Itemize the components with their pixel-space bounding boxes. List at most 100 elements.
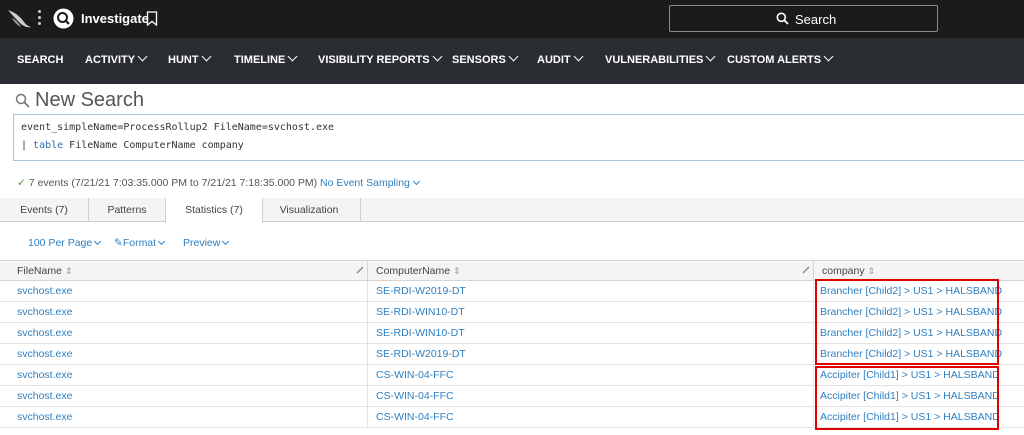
- query-args: FileName ComputerName company: [63, 140, 244, 151]
- top-bar: Investigate Search: [0, 0, 1024, 38]
- chevron-down-icon: [823, 51, 834, 62]
- nav-sensors-label: SENSORS: [452, 54, 506, 66]
- investigate-app-icon[interactable]: [53, 8, 74, 29]
- query-keyword: table: [33, 140, 64, 151]
- kebab-menu-icon[interactable]: [38, 10, 42, 28]
- pencil-icon: ✎: [114, 237, 123, 249]
- bookmark-icon[interactable]: [146, 11, 158, 26]
- nav-vulnerabilities-label: VULNERABILITIES: [605, 54, 704, 66]
- nav-vulnerabilities[interactable]: VULNERABILITIES: [605, 51, 716, 66]
- nav-activity-label: ACTIVITY: [85, 54, 136, 66]
- query-editor[interactable]: event_simpleName=ProcessRollup2 FileName…: [13, 114, 1024, 161]
- filename-cell[interactable]: svchost.exe: [17, 390, 72, 402]
- nav-audit[interactable]: AUDIT: [537, 51, 584, 66]
- search-icon: [776, 12, 789, 25]
- result-status: ✓ 7 events (7/21/21 7:03:35.000 PM to 7/2…: [17, 177, 317, 189]
- column-divider: [367, 344, 368, 364]
- column-header-computername[interactable]: ComputerName ⇕: [376, 265, 461, 277]
- format-dropdown[interactable]: ✎Format: [114, 237, 166, 249]
- column-divider: [813, 281, 814, 301]
- column-header-label: FileName: [17, 265, 62, 277]
- tab-statistics[interactable]: Statistics (7): [165, 198, 263, 223]
- nav-custom-alerts-label: CUSTOM ALERTS: [727, 54, 822, 66]
- column-header-filename[interactable]: FileName ⇕: [17, 265, 72, 277]
- nav-visibility-reports[interactable]: VISIBILITY REPORTS: [318, 51, 443, 66]
- filename-cell[interactable]: svchost.exe: [17, 306, 72, 318]
- computername-cell[interactable]: SE-RDI-WIN10-DT: [376, 306, 465, 318]
- column-divider: [813, 323, 814, 343]
- sort-icon: ⇕: [453, 266, 461, 276]
- nav-custom-alerts[interactable]: CUSTOM ALERTS: [727, 51, 834, 66]
- computername-cell[interactable]: CS-WIN-04-FFC: [376, 390, 454, 402]
- preview-label: Preview: [183, 237, 221, 249]
- results-tabs: Events (7) Patterns Statistics (7) Visua…: [0, 198, 1024, 223]
- filename-cell[interactable]: svchost.exe: [17, 411, 72, 423]
- column-header-company[interactable]: company ⇕: [822, 265, 875, 277]
- edit-column-icon[interactable]: [802, 266, 810, 274]
- preview-dropdown[interactable]: Preview: [183, 237, 230, 249]
- column-divider: [367, 386, 368, 406]
- nav-sensors[interactable]: SENSORS: [452, 51, 519, 66]
- nav-audit-label: AUDIT: [537, 54, 571, 66]
- tab-visualization[interactable]: Visualization: [263, 198, 355, 222]
- format-label: Format: [122, 237, 157, 249]
- search-icon: [15, 93, 30, 108]
- highlight-box-child2: [815, 279, 999, 365]
- per-page-dropdown[interactable]: 100 Per Page: [28, 237, 102, 249]
- chevron-down-icon: [201, 51, 212, 62]
- event-sampling-dropdown[interactable]: No Event Sampling: [320, 177, 420, 189]
- nav-activity[interactable]: ACTIVITY: [85, 51, 148, 66]
- result-status-text: 7 events (7/21/21 7:03:35.000 PM to 7/21…: [28, 177, 318, 189]
- filename-cell[interactable]: svchost.exe: [17, 348, 72, 360]
- column-divider: [813, 386, 814, 406]
- filename-cell[interactable]: svchost.exe: [17, 369, 72, 381]
- column-divider: [367, 302, 368, 322]
- column-divider: [813, 302, 814, 322]
- column-divider[interactable]: [367, 261, 368, 280]
- page-title: New Search: [35, 89, 144, 111]
- chevron-down-icon: [508, 51, 519, 62]
- global-search-button[interactable]: Search: [669, 5, 938, 32]
- computername-cell[interactable]: SE-RDI-W2019-DT: [376, 348, 466, 360]
- global-search-label: Search: [795, 12, 837, 27]
- query-line-1: event_simpleName=ProcessRollup2 FileName…: [21, 122, 335, 133]
- falcon-logo-icon[interactable]: [6, 6, 32, 30]
- column-divider[interactable]: [813, 261, 814, 280]
- chevron-down-icon: [222, 237, 230, 246]
- nav-hunt[interactable]: HUNT: [168, 51, 212, 66]
- computername-cell[interactable]: CS-WIN-04-FFC: [376, 369, 454, 381]
- sort-icon: ⇕: [867, 266, 876, 276]
- table-header: FileName ⇕ ComputerName ⇕ company ⇕: [0, 260, 1024, 281]
- column-divider: [813, 365, 814, 385]
- nav-search[interactable]: SEARCH: [17, 54, 63, 66]
- chevron-down-icon: [573, 51, 584, 62]
- tab-patterns-label: Patterns: [107, 204, 147, 216]
- computername-cell[interactable]: CS-WIN-04-FFC: [376, 411, 454, 423]
- filename-cell[interactable]: svchost.exe: [17, 327, 72, 339]
- sort-icon: ⇕: [64, 266, 73, 276]
- tab-patterns[interactable]: Patterns: [89, 198, 165, 222]
- tab-divider: [360, 198, 361, 222]
- chevron-down-icon: [705, 51, 716, 62]
- query-pipe: |: [21, 140, 34, 151]
- column-divider: [813, 407, 814, 427]
- nav-search-label: SEARCH: [17, 54, 64, 66]
- column-header-label: company: [822, 265, 865, 277]
- column-divider: [367, 365, 368, 385]
- app-title: Investigate: [81, 11, 149, 26]
- tab-statistics-label: Statistics (7): [185, 204, 243, 216]
- chevron-down-icon: [94, 237, 102, 246]
- nav-timeline-label: TIMELINE: [234, 54, 286, 66]
- computername-cell[interactable]: SE-RDI-W2019-DT: [376, 285, 466, 297]
- main-nav: SEARCH ACTIVITY HUNT TIMELINE VISIBILITY…: [0, 38, 1024, 84]
- nav-timeline[interactable]: TIMELINE: [234, 51, 298, 66]
- query-line-2: | table FileName ComputerName company: [21, 140, 244, 151]
- highlight-box-child1: [815, 366, 999, 430]
- tab-visualization-label: Visualization: [279, 204, 339, 216]
- edit-column-icon[interactable]: [356, 266, 364, 274]
- event-sampling-label: No Event Sampling: [320, 177, 410, 189]
- column-header-label: ComputerName: [376, 265, 451, 277]
- computername-cell[interactable]: SE-RDI-WIN10-DT: [376, 327, 465, 339]
- tab-events[interactable]: Events (7): [0, 198, 88, 222]
- filename-cell[interactable]: svchost.exe: [17, 285, 72, 297]
